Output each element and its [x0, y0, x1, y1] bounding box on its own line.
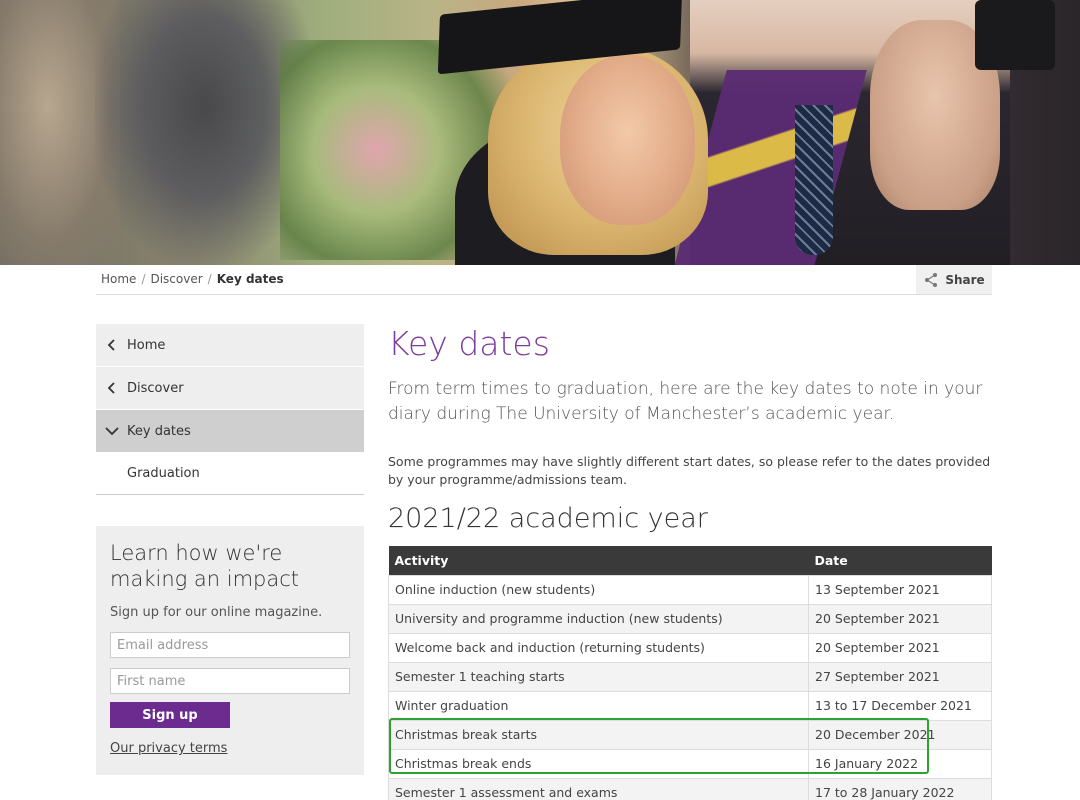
- activity-cell: Semester 1 assessment and exams: [388, 777, 809, 800]
- date-cell: 13 to 17 December 2021: [808, 690, 992, 721]
- first-name-field[interactable]: [110, 668, 350, 694]
- key-dates-table: Activity Date Online induction (new stud…: [388, 546, 992, 800]
- sidebar-item-discover[interactable]: Discover: [96, 367, 364, 410]
- section-title: 2021/22 academic year: [388, 503, 708, 534]
- newsletter-signup-panel: Learn how we're making an impact Sign up…: [96, 526, 364, 775]
- table-row: Online induction (new students) 13 Septem…: [388, 574, 992, 605]
- chevron-down-icon: [96, 426, 127, 436]
- share-icon: [925, 272, 938, 287]
- table-row: Winter graduation 13 to 17 December 2021: [388, 690, 992, 721]
- page-intro: From term times to graduation, here are …: [388, 379, 983, 424]
- breadcrumb-home[interactable]: Home: [101, 272, 136, 286]
- breadcrumb-discover[interactable]: Discover: [150, 272, 202, 286]
- date-cell: 13 September 2021: [808, 574, 992, 605]
- activity-cell: Christmas break starts: [388, 719, 809, 750]
- newsletter-title: Learn how we're making an impact: [110, 541, 300, 591]
- main-content: Key dates From term times to graduation,…: [388, 322, 992, 537]
- activity-cell: Semester 1 teaching starts: [388, 661, 809, 692]
- privacy-terms-link[interactable]: Our privacy terms: [110, 741, 350, 756]
- date-cell: 20 December 2021: [808, 719, 992, 750]
- table-row: University and programme induction (new …: [388, 603, 992, 634]
- table-row: Semester 1 teaching starts 27 September 2…: [388, 661, 992, 692]
- breadcrumb: Home / Discover / Key dates: [101, 272, 284, 286]
- table-row: Christmas break starts 20 December 2021: [388, 719, 992, 750]
- sidebar-item-key-dates[interactable]: Key dates: [96, 410, 364, 453]
- email-field[interactable]: [110, 632, 350, 658]
- sidebar-nav: Home Discover Key dates Graduation: [96, 324, 364, 495]
- sidebar-item-graduation[interactable]: Graduation: [96, 453, 364, 495]
- table-header-row: Activity Date: [388, 546, 992, 575]
- sign-up-button[interactable]: Sign up: [110, 702, 230, 728]
- activity-cell: Winter graduation: [388, 690, 809, 721]
- activity-cell: Welcome back and induction (returning st…: [388, 632, 809, 663]
- sidebar-item-label: Key dates: [127, 423, 191, 439]
- sidebar-item-label: Discover: [127, 380, 184, 396]
- page-note: Some programmes may have slightly differ…: [388, 454, 991, 487]
- date-cell: 20 September 2021: [808, 603, 992, 634]
- date-cell: 16 January 2022: [808, 748, 992, 779]
- breadcrumb-current: Key dates: [216, 272, 284, 286]
- hero-image: [0, 0, 1080, 265]
- table-row: Christmas break ends 16 January 2022: [388, 748, 992, 779]
- activity-cell: Christmas break ends: [388, 748, 809, 779]
- column-header-date: Date: [808, 546, 992, 575]
- table-row: Semester 1 assessment and exams 17 to 28 …: [388, 777, 992, 800]
- sidebar-item-label: Home: [127, 337, 166, 353]
- date-cell: 17 to 28 January 2022: [808, 777, 992, 800]
- newsletter-subtitle: Sign up for our online magazine.: [110, 605, 323, 620]
- column-header-activity: Activity: [388, 546, 809, 575]
- activity-cell: Online induction (new students): [388, 574, 809, 605]
- activity-cell: University and programme induction (new …: [388, 603, 809, 634]
- page-title: Key dates: [388, 324, 550, 363]
- date-cell: 20 September 2021: [808, 632, 992, 663]
- share-button[interactable]: Share: [916, 265, 992, 294]
- chevron-left-icon: [96, 339, 127, 351]
- chevron-left-icon: [96, 382, 127, 394]
- sidebar-item-home[interactable]: Home: [96, 324, 364, 367]
- share-label: Share: [945, 272, 985, 287]
- breadcrumb-separator: /: [207, 272, 212, 286]
- table-row: Welcome back and induction (returning st…: [388, 632, 992, 663]
- breadcrumb-bar: Home / Discover / Key dates Share: [96, 265, 992, 295]
- breadcrumb-separator: /: [141, 272, 146, 286]
- date-cell: 27 September 2021: [808, 661, 992, 692]
